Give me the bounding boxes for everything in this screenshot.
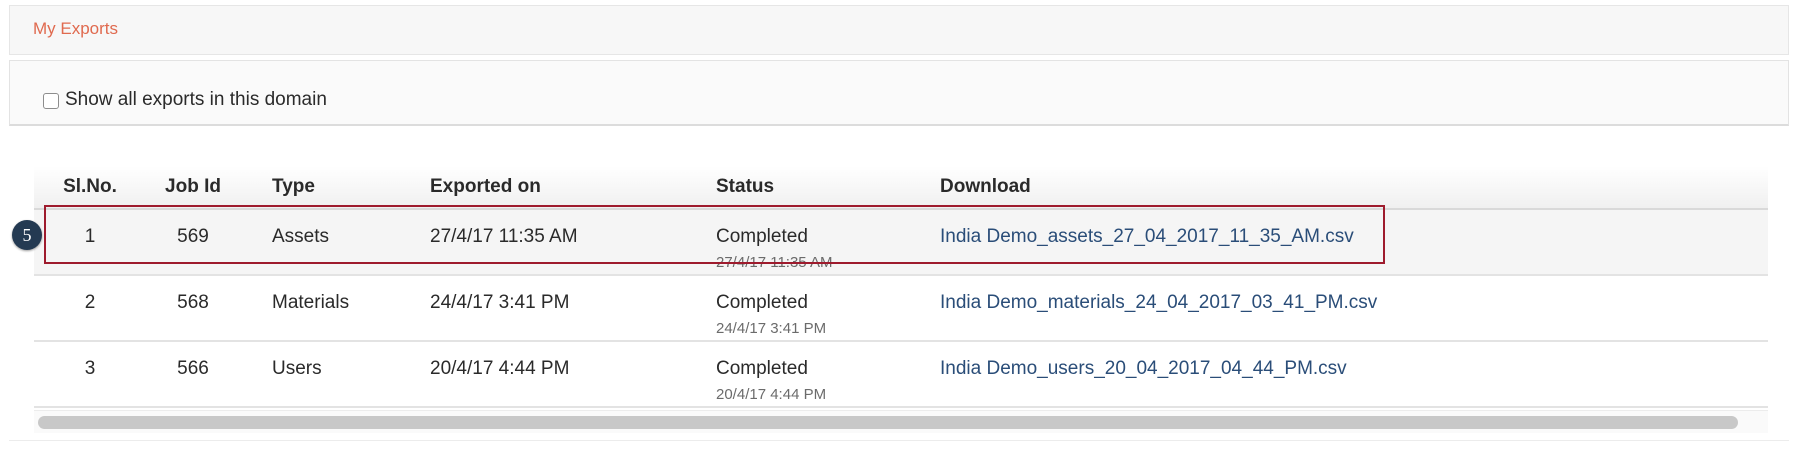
cell-status: Completed 24/4/17 3:41 PM	[716, 292, 826, 337]
cell-sl-no: 1	[84, 226, 96, 247]
cell-exported-on: 24/4/17 3:41 PM	[430, 292, 570, 313]
cell-job-id: 566	[177, 358, 209, 379]
header-download[interactable]: Download	[940, 176, 1031, 198]
bottom-divider	[9, 440, 1789, 441]
cell-type: Users	[272, 358, 322, 379]
status-timestamp: 27/4/17 11:35 AM	[716, 254, 833, 271]
download-link[interactable]: India Demo_materials_24_04_2017_03_41_PM…	[940, 292, 1377, 314]
exports-table: Sl.No. Job Id Type Exported on Status Do…	[34, 166, 1768, 408]
cell-job-id: 569	[177, 226, 209, 247]
filter-bar: Show all exports in this domain	[9, 60, 1789, 126]
header-exported-on[interactable]: Exported on	[430, 176, 541, 198]
cell-type: Assets	[272, 226, 330, 247]
table-row: 3 566 Users 20/4/17 4:44 PM Completed 20…	[34, 342, 1768, 408]
table-row: 1 569 Assets 27/4/17 11:35 AM Completed …	[34, 210, 1768, 276]
header-job-id[interactable]: Job Id	[146, 176, 240, 198]
horizontal-scrollbar[interactable]	[34, 410, 1768, 433]
cell-exported-on: 27/4/17 11:35 AM	[430, 226, 578, 247]
panel-title: My Exports	[33, 19, 119, 38]
status-timestamp: 24/4/17 3:41 PM	[716, 320, 827, 337]
table-row: 2 568 Materials 24/4/17 3:41 PM Complete…	[34, 276, 1768, 342]
cell-sl-no: 3	[84, 358, 96, 379]
cell-status: Completed 27/4/17 11:35 AM	[716, 226, 832, 271]
cell-type: Materials	[272, 292, 350, 313]
cell-status: Completed 20/4/17 4:44 PM	[716, 358, 826, 403]
scrollbar-thumb[interactable]	[38, 416, 1738, 429]
download-link[interactable]: India Demo_users_20_04_2017_04_44_PM.csv	[940, 358, 1347, 380]
status-label: Completed	[716, 358, 808, 379]
panel-header: My Exports	[9, 5, 1789, 55]
cell-sl-no: 2	[84, 292, 96, 313]
status-timestamp: 20/4/17 4:44 PM	[716, 386, 827, 403]
status-label: Completed	[716, 292, 808, 313]
header-type[interactable]: Type	[272, 176, 315, 198]
cell-job-id: 568	[177, 292, 209, 313]
show-all-exports-checkbox[interactable]	[43, 93, 59, 109]
header-sl-no[interactable]: Sl.No.	[34, 176, 146, 198]
status-label: Completed	[716, 226, 808, 247]
header-status[interactable]: Status	[716, 176, 774, 198]
step-badge: 5	[12, 220, 42, 250]
cell-exported-on: 20/4/17 4:44 PM	[430, 358, 570, 379]
show-all-exports-label[interactable]: Show all exports in this domain	[65, 89, 327, 111]
download-link[interactable]: India Demo_assets_27_04_2017_11_35_AM.cs…	[940, 226, 1354, 248]
table-header-row: Sl.No. Job Id Type Exported on Status Do…	[34, 166, 1768, 210]
